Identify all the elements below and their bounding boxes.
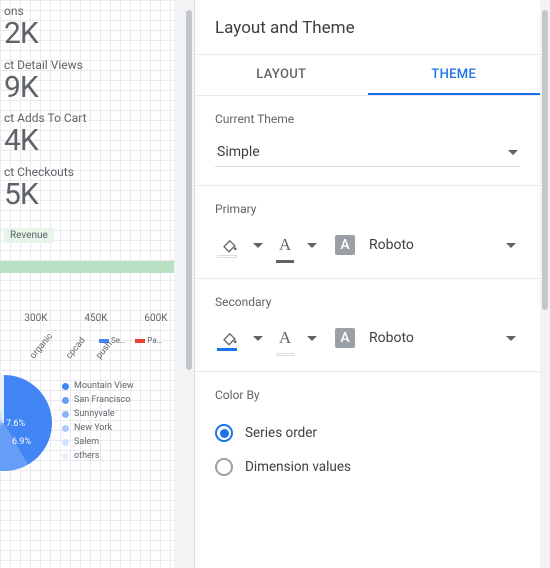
paint-bucket-icon <box>219 328 239 348</box>
section-label: Primary <box>215 202 520 216</box>
caret-down-icon <box>506 336 516 341</box>
scrollbar-thumb[interactable] <box>542 10 548 310</box>
radio-icon <box>215 424 233 442</box>
font-select-menu[interactable] <box>502 323 520 353</box>
radio-label: Dimension values <box>245 459 351 475</box>
caret-down-icon <box>508 150 518 155</box>
tab-theme[interactable]: THEME <box>368 55 541 95</box>
scrollbar-thumb[interactable] <box>186 10 192 370</box>
radio-label: Series order <box>245 425 317 441</box>
section-primary-style: Primary A A Roboto <box>195 186 540 279</box>
fill-color-menu[interactable] <box>249 323 267 353</box>
legend-dot <box>62 439 69 446</box>
text-color-menu[interactable] <box>303 323 321 353</box>
kpi-value: 5K <box>4 179 174 211</box>
font-icon: A <box>335 328 355 348</box>
axis-tick: 600K <box>138 313 174 324</box>
section-color-by: Color By Series order Dimension values <box>195 372 540 502</box>
column-chart-legend: Se… Pa… <box>0 336 174 345</box>
pie-legend-item: San Francisco <box>62 395 134 405</box>
paint-bucket-icon <box>219 235 239 255</box>
pie-legend-item: Mountain View <box>62 381 134 391</box>
dashboard-canvas[interactable]: ons 2K ct Detail Views 9K ct Adds To Car… <box>0 0 174 568</box>
fill-color-button[interactable] <box>215 230 243 260</box>
axis-tick: 300K <box>18 313 54 324</box>
font-icon: A <box>335 235 355 255</box>
pie-slice-pct: 6.9% <box>12 437 31 447</box>
radio-series-order[interactable]: Series order <box>215 416 520 450</box>
pie-legend-item: New York <box>62 423 134 433</box>
text-color-button[interactable]: A <box>273 323 297 353</box>
canvas-scrollbar[interactable] <box>174 0 184 568</box>
fill-color-swatch <box>217 255 237 258</box>
legend-swatch <box>135 339 145 343</box>
caret-down-icon <box>253 336 263 341</box>
section-label: Color By <box>215 388 520 402</box>
legend-dot <box>62 453 69 460</box>
layout-and-theme-panel: Layout and Theme LAYOUT THEME Current Th… <box>194 0 540 568</box>
kpi-tile[interactable]: ct Checkouts 5K <box>0 161 174 215</box>
panel-title: Layout and Theme <box>195 0 540 55</box>
legend-dot <box>62 397 69 404</box>
font-select-menu[interactable] <box>502 230 520 260</box>
pie-legend-item: Salem <box>62 437 134 447</box>
section-secondary-style: Secondary A A Roboto <box>195 279 540 372</box>
radio-icon <box>215 458 233 476</box>
section-label: Current Theme <box>215 112 520 126</box>
caret-down-icon <box>307 336 317 341</box>
pie-legend-item: Sunnyvale <box>62 409 134 419</box>
window-scrollbar[interactable] <box>540 0 550 568</box>
font-select-value[interactable]: Roboto <box>361 237 496 253</box>
kpi-value: 4K <box>4 125 174 157</box>
kpi-tile[interactable]: ct Adds To Cart 4K <box>0 107 174 161</box>
text-color-button[interactable]: A <box>273 230 297 260</box>
text-color-menu[interactable] <box>303 230 321 260</box>
pie-slice-pct: 7.6% <box>6 419 25 429</box>
text-color-swatch <box>276 260 294 263</box>
axis-ticks: 300K 450K 600K <box>0 313 174 324</box>
panel-tabs: LAYOUT THEME <box>195 55 540 96</box>
caret-down-icon <box>253 243 263 248</box>
section-current-theme: Current Theme Simple <box>195 96 540 186</box>
caret-down-icon <box>506 243 516 248</box>
fill-color-menu[interactable] <box>249 230 267 260</box>
legend-dot <box>62 425 69 432</box>
column-chart-categories: organic cpcad push <box>0 351 174 361</box>
kpi-tile[interactable]: ct Detail Views 9K <box>0 54 174 108</box>
legend-dot <box>62 411 69 418</box>
panel-scrollbar[interactable] <box>184 0 194 568</box>
pie-chart[interactable]: 7.6% 6.9% Mountain View San Francisco Su… <box>0 375 174 495</box>
text-color-swatch <box>276 353 294 356</box>
legend-dot <box>62 383 69 390</box>
pie-legend: Mountain View San Francisco Sunnyvale Ne… <box>62 381 134 465</box>
radio-dimension-values[interactable]: Dimension values <box>215 450 520 484</box>
caret-down-icon <box>307 243 317 248</box>
theme-select-value: Simple <box>217 144 260 160</box>
fill-color-swatch <box>217 348 237 351</box>
section-label: Secondary <box>215 295 520 309</box>
theme-select[interactable]: Simple <box>215 140 520 167</box>
axis-tick: 450K <box>78 313 114 324</box>
kpi-value: 2K <box>4 18 174 50</box>
font-select-value[interactable]: Roboto <box>361 330 496 346</box>
revenue-bar[interactable] <box>0 261 174 273</box>
fill-color-button[interactable] <box>215 323 243 353</box>
kpi-tile[interactable]: ons 2K <box>0 0 174 54</box>
kpi-value: 9K <box>4 72 174 104</box>
pie-legend-item: others <box>62 451 134 461</box>
revenue-legend: Revenue <box>4 228 54 243</box>
tab-layout[interactable]: LAYOUT <box>195 55 368 95</box>
